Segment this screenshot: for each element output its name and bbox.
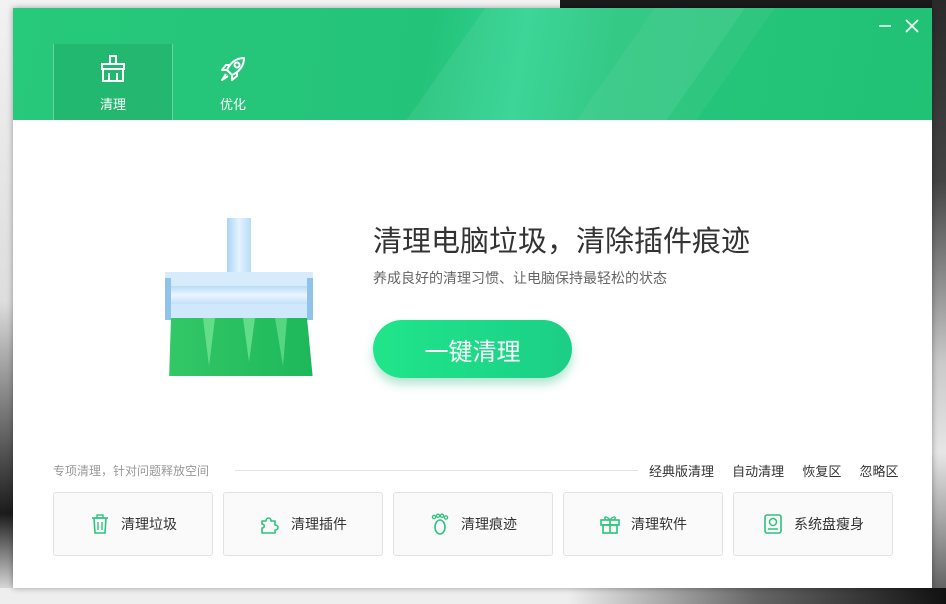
tab-clean-label: 清理 (99, 98, 126, 113)
clean-software-label: 清理软件 (631, 517, 687, 533)
clean-plugins-card[interactable]: 清理插件 (223, 492, 383, 556)
clean-traces-label: 清理痕迹 (461, 517, 517, 533)
broom-illustration (165, 218, 313, 376)
tab-clean[interactable]: 清理 (53, 44, 173, 120)
clean-junk-label: 清理垃圾 (121, 517, 177, 533)
ignore-area-link[interactable]: 忽略区 (859, 465, 898, 480)
section-divider (235, 470, 638, 471)
clean-software-card[interactable]: 清理软件 (563, 492, 723, 556)
rocket-icon (221, 57, 245, 81)
hero-subtitle: 养成良好的清理习惯、让电脑保持最轻松的状态 (373, 271, 667, 287)
desktop-background-bottom (0, 588, 946, 604)
footprint-icon (431, 513, 449, 535)
clean-traces-card[interactable]: 清理痕迹 (393, 492, 553, 556)
system-disk-slim-card[interactable]: 系统盘瘦身 (733, 492, 893, 556)
restore-area-link[interactable]: 恢复区 (802, 465, 841, 480)
cleaner-window: 清理 优化 清理电脑垃圾，清除插件痕迹 养成良好的清理习惯、让电脑保持最轻松的状… (13, 8, 932, 588)
system-disk-slim-label: 系统盘瘦身 (794, 517, 864, 533)
special-clean-label: 专项清理，针对问题释放空间 (53, 464, 210, 478)
auto-clean-link[interactable]: 自动清理 (732, 465, 784, 480)
disk-icon (764, 514, 782, 534)
hero-title: 清理电脑垃圾，清除插件痕迹 (373, 224, 751, 258)
puzzle-icon (261, 517, 279, 534)
classic-clean-link[interactable]: 经典版清理 (649, 465, 714, 480)
tab-optimize-label: 优化 (219, 98, 246, 113)
header-bar: 清理 优化 (13, 8, 932, 120)
clean-junk-card[interactable]: 清理垃圾 (53, 492, 213, 556)
one-click-clean-button[interactable]: 一键清理 (373, 320, 572, 378)
gift-box-icon (600, 516, 620, 534)
trash-icon (92, 514, 108, 534)
desktop-background-right (932, 0, 946, 604)
section-links: 经典版清理 自动清理 恢复区 忽略区 (649, 461, 898, 480)
desktop-background-left (0, 0, 13, 604)
close-icon[interactable] (902, 16, 922, 36)
minimize-icon[interactable] (875, 16, 895, 36)
broom-icon (101, 55, 125, 82)
special-clean-cards: 清理垃圾 清理插件 清理痕迹 清理软件 系统盘瘦身 (53, 492, 893, 556)
tab-optimize[interactable]: 优化 (173, 44, 293, 120)
clean-plugins-label: 清理插件 (291, 517, 347, 533)
